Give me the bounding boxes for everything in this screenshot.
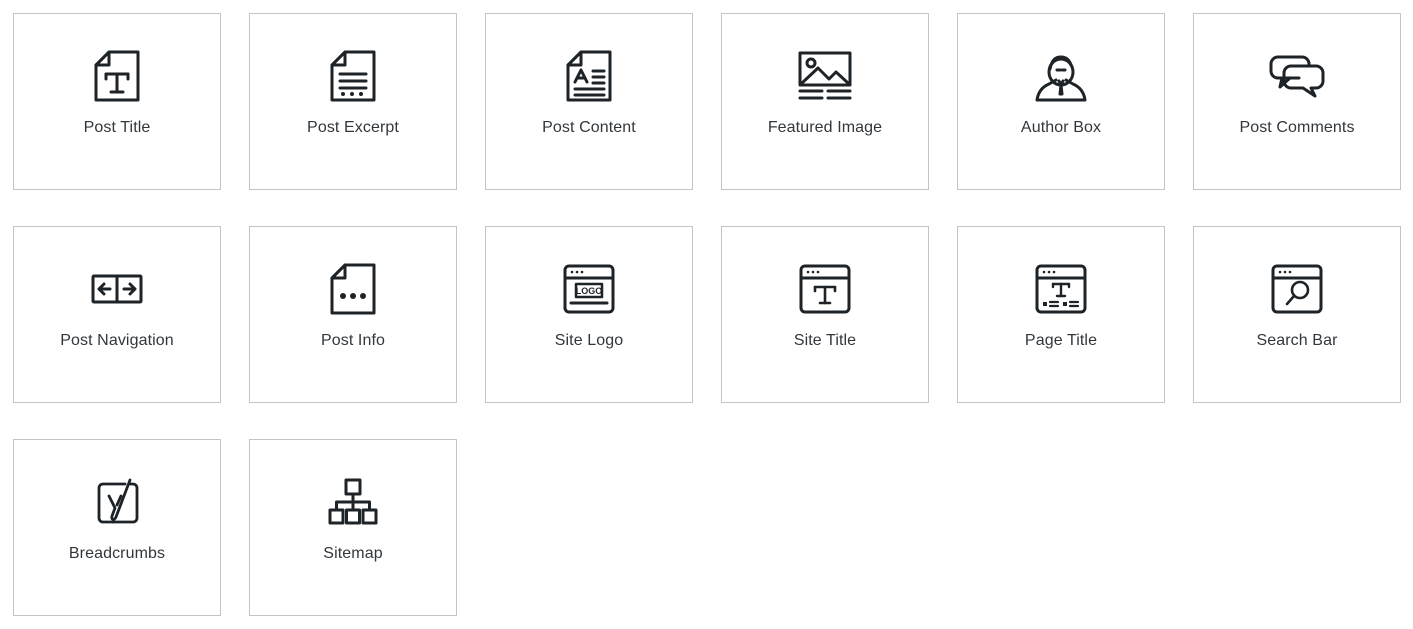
widget-label: Post Navigation (60, 332, 174, 349)
widget-card-sitemap[interactable]: Sitemap (249, 439, 457, 616)
svg-text:LOGO: LOGO (576, 286, 603, 296)
widget-label: Post Comments (1239, 119, 1355, 136)
widget-label: Post Title (83, 119, 151, 136)
widget-card-site-logo[interactable]: LOGO Site Logo (485, 226, 693, 403)
widget-label: Breadcrumbs (68, 545, 166, 562)
prev-next-arrows-icon (89, 261, 145, 317)
document-title-icon (89, 48, 145, 104)
widget-card-page-title[interactable]: Page Title (957, 226, 1165, 403)
widget-card-post-content[interactable]: Post Content (485, 13, 693, 190)
widget-label: Post Content (542, 119, 636, 136)
widget-card-post-navigation[interactable]: Post Navigation (13, 226, 221, 403)
widget-card-post-comments[interactable]: Post Comments (1193, 13, 1401, 190)
widget-label: Page Title (1024, 332, 1098, 349)
widget-card-post-title[interactable]: Post Title (13, 13, 221, 190)
widget-grid: Post Title Post Excerpt Post Content Fea… (0, 0, 1413, 616)
sitemap-tree-icon (325, 474, 381, 530)
widget-card-featured-image[interactable]: Featured Image (721, 13, 929, 190)
widget-label: Featured Image (767, 119, 883, 136)
browser-logo-icon: LOGO (561, 261, 617, 317)
yoast-breadcrumbs-icon (89, 474, 145, 530)
document-excerpt-icon (325, 48, 381, 104)
browser-search-icon (1269, 261, 1325, 317)
widget-label: Author Box (1020, 119, 1102, 136)
document-dots-icon (325, 261, 381, 317)
browser-title-icon (797, 261, 853, 317)
widget-label: Search Bar (1256, 332, 1338, 349)
widget-card-search-bar[interactable]: Search Bar (1193, 226, 1401, 403)
widget-label: Sitemap (323, 545, 383, 562)
widget-card-post-info[interactable]: Post Info (249, 226, 457, 403)
widget-card-post-excerpt[interactable]: Post Excerpt (249, 13, 457, 190)
featured-image-icon (797, 48, 853, 104)
widget-label: Post Excerpt (307, 119, 399, 136)
widget-label: Post Info (320, 332, 386, 349)
browser-page-title-icon (1033, 261, 1089, 317)
widget-card-breadcrumbs[interactable]: Breadcrumbs (13, 439, 221, 616)
comment-bubbles-icon (1269, 48, 1325, 104)
document-content-icon (561, 48, 617, 104)
widget-card-site-title[interactable]: Site Title (721, 226, 929, 403)
author-person-icon (1033, 48, 1089, 104)
widget-label: Site Title (793, 332, 857, 349)
widget-label: Site Logo (554, 332, 624, 349)
widget-card-author-box[interactable]: Author Box (957, 13, 1165, 190)
